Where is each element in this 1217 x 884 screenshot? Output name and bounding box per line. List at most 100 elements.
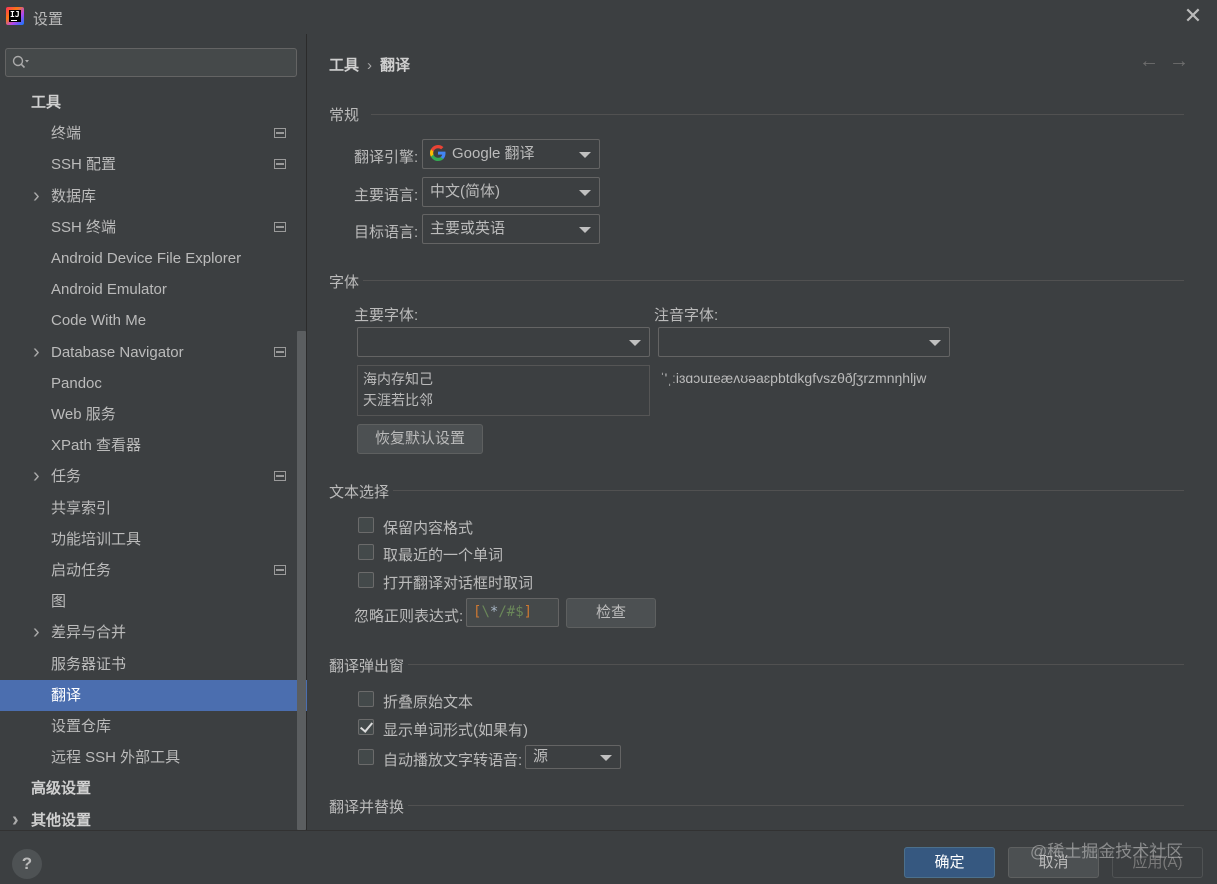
back-arrow-icon[interactable]: ← — [1139, 50, 1169, 72]
chevron-right-icon[interactable]: › — [33, 617, 40, 648]
sidebar-item-label: 工具 — [31, 94, 62, 111]
chevron-right-icon[interactable]: › — [33, 181, 40, 212]
sidebar-item-label: Android Emulator — [51, 281, 167, 299]
engine-value: Google 翻译 — [452, 145, 535, 162]
fold-original-label: 折叠原始文本 — [383, 694, 474, 711]
show-word-forms-checkbox[interactable] — [358, 719, 374, 735]
chevron-down-icon — [579, 227, 591, 233]
auto-tts-checkbox[interactable] — [358, 749, 374, 765]
sidebar-item-label: SSH 配置 — [51, 156, 117, 174]
sidebar-item[interactable]: 翻译 — [0, 679, 307, 711]
breadcrumb-parent[interactable]: 工具 — [329, 57, 359, 74]
tts-source-value: 源 — [533, 748, 549, 765]
sidebar-item-label: 任务 — [51, 468, 82, 486]
ignore-regex-input[interactable]: [\*/#$] — [466, 598, 559, 627]
regex-token: \ — [481, 604, 490, 620]
sidebar-scrollbar[interactable] — [297, 331, 306, 830]
sidebar-item[interactable]: 远程 SSH 外部工具 — [0, 742, 307, 773]
sidebar-item[interactable]: 工具 — [0, 87, 307, 118]
settings-content: 工具 › 翻译 ←→ 常规 翻译引擎: Google 翻译 主要语言: 中文(简体)… — [307, 34, 1217, 830]
sidebar-item-label: Pandoc — [51, 374, 102, 392]
fold-original-checkbox[interactable] — [358, 691, 374, 707]
breadcrumb: 工具 › 翻译 — [329, 54, 410, 75]
search-input[interactable] — [5, 48, 297, 77]
help-icon[interactable]: ? — [12, 849, 42, 879]
settings-sidebar: 工具终端 SSH 配置 › 数据库 SSH 终端 Android Device File … — [0, 34, 307, 831]
on-dialog-open-label: 打开翻译对话框时取词 — [383, 575, 534, 592]
sidebar-item[interactable]: 共享索引 — [0, 493, 307, 524]
preview-line-1: 海内存知己 — [363, 371, 433, 387]
keep-format-checkbox[interactable] — [358, 517, 374, 533]
project-level-icon — [274, 128, 286, 139]
target-language-select[interactable]: 主要或英语 — [422, 214, 600, 244]
check-regex-button[interactable]: 检查 — [566, 598, 656, 628]
tts-source-select[interactable]: 源 — [525, 745, 621, 769]
sidebar-item-label: Database Navigator — [51, 343, 184, 361]
sidebar-item[interactable]: › Database Navigator — [0, 337, 307, 368]
sidebar-item[interactable]: Android Device File Explorer — [0, 243, 307, 274]
window-title: 设置 — [33, 11, 64, 28]
section-divider — [363, 280, 1184, 281]
section-divider — [408, 664, 1184, 665]
ignore-regex-label: 忽略正则表达式: — [354, 608, 464, 625]
sidebar-item-label: 终端 — [51, 125, 82, 143]
nearest-word-checkbox[interactable] — [358, 544, 374, 560]
sidebar-item-label: 远程 SSH 外部工具 — [51, 749, 181, 767]
sidebar-item-label: 其他设置 — [31, 811, 92, 829]
ok-button[interactable]: 确定 — [904, 847, 995, 878]
sidebar-item[interactable]: › 任务 — [0, 461, 307, 492]
sidebar-item[interactable]: SSH 配置 — [0, 149, 307, 180]
close-icon[interactable]: ✕ — [1183, 5, 1203, 27]
chevron-right-icon[interactable]: › — [33, 461, 40, 492]
sidebar-item[interactable]: Code With Me — [0, 305, 307, 336]
primary-font-label: 主要字体: — [354, 307, 419, 324]
search-icon — [12, 55, 29, 69]
sidebar-item-label: 数据库 — [51, 187, 97, 205]
phonetic-font-select[interactable] — [658, 327, 950, 357]
nav-arrows: ←→ — [1139, 50, 1199, 73]
chevron-down-icon — [579, 152, 591, 158]
section-general-title: 常规 — [329, 107, 360, 124]
sidebar-item-label: XPath 查看器 — [51, 437, 142, 455]
sidebar-item[interactable]: 启动任务 — [0, 555, 307, 586]
project-level-icon — [274, 346, 286, 357]
sidebar-item[interactable]: Pandoc — [0, 368, 307, 399]
sidebar-item[interactable]: Web 服务 — [0, 399, 307, 430]
sidebar-item-label: 图 — [51, 593, 67, 611]
breadcrumb-current: 翻译 — [380, 57, 411, 74]
sidebar-item[interactable]: 设置仓库 — [0, 711, 307, 742]
chevron-down-icon — [629, 340, 641, 346]
nearest-word-label: 取最近的一个单词 — [383, 547, 504, 564]
sidebar-item[interactable]: 终端 — [0, 118, 307, 149]
chevron-right-icon[interactable]: › — [33, 337, 40, 368]
sidebar-item[interactable]: › 差异与合并 — [0, 617, 307, 648]
breadcrumb-separator: › — [367, 57, 373, 74]
reset-defaults-button[interactable]: 恢复默认设置 — [357, 424, 483, 454]
sidebar-item-label: 翻译 — [51, 686, 82, 704]
primary-font-preview: 海内存知己 天涯若比邻 — [357, 365, 650, 416]
chevron-down-icon — [929, 340, 941, 346]
sidebar-item[interactable]: 高级设置 — [0, 773, 307, 804]
section-divider — [371, 114, 1184, 115]
sidebar-item[interactable]: 功能培训工具 — [0, 524, 307, 555]
target-language-value: 主要或英语 — [430, 220, 506, 237]
project-level-icon — [274, 471, 286, 482]
sidebar-item[interactable]: SSH 终端 — [0, 212, 307, 243]
google-logo-icon — [430, 145, 446, 161]
primary-language-select[interactable]: 中文(简体) — [422, 177, 600, 207]
keep-format-label: 保留内容格式 — [383, 520, 474, 537]
project-level-icon — [274, 221, 286, 232]
forward-arrow-icon[interactable]: → — [1169, 50, 1199, 72]
sidebar-item[interactable]: Android Emulator — [0, 274, 307, 305]
sidebar-item-label: 启动任务 — [51, 562, 112, 579]
engine-select[interactable]: Google 翻译 — [422, 139, 600, 169]
watermark: @稀土掘金技术社区 — [1030, 842, 1184, 861]
sidebar-item[interactable]: XPath 查看器 — [0, 430, 307, 461]
title-bar: IJ 设置 ✕ — [0, 0, 1217, 34]
on-dialog-open-checkbox[interactable] — [358, 572, 374, 588]
primary-font-select[interactable] — [357, 327, 650, 357]
project-level-icon — [274, 159, 286, 170]
sidebar-item[interactable]: 图 — [0, 586, 307, 617]
sidebar-item[interactable]: 服务器证书 — [0, 649, 307, 680]
sidebar-item[interactable]: › 数据库 — [0, 181, 307, 212]
